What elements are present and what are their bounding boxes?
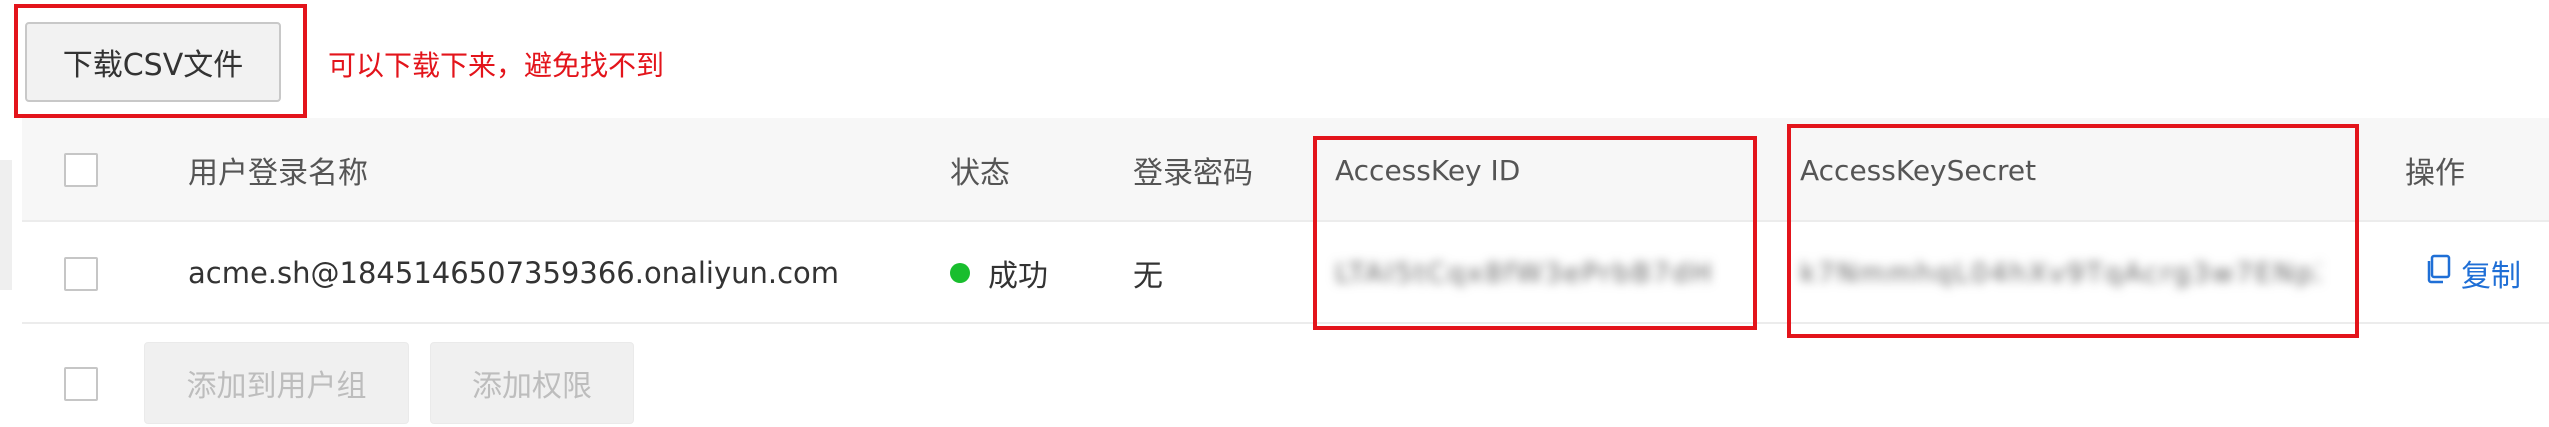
annotation-text: 可以下载下来，避免找不到 <box>328 49 665 82</box>
copy-icon <box>2425 254 2451 292</box>
select-all-checkbox[interactable] <box>64 153 98 187</box>
column-header-actions: 操作 <box>2405 156 2465 191</box>
column-header-status: 状态 <box>950 156 1010 191</box>
row-status-label: 成功 <box>988 259 1048 294</box>
column-header-login-password: 登录密码 <box>1133 156 1253 191</box>
add-to-group-label: 添加到用户组 <box>186 369 367 404</box>
copy-label: 复制 <box>2461 259 2521 294</box>
status-dot-icon <box>950 263 970 283</box>
row-login-password: 无 <box>1133 259 1163 294</box>
column-header-username: 用户登录名称 <box>188 156 368 191</box>
footer-select-all-checkbox[interactable] <box>64 367 98 401</box>
add-to-group-button[interactable]: 添加到用户组 <box>144 342 409 424</box>
annotation-box-access-key-id <box>1313 136 1757 330</box>
left-edge-strip <box>0 160 12 290</box>
annotation-box-download <box>14 4 307 118</box>
add-permission-label: 添加权限 <box>472 369 592 404</box>
add-permission-button[interactable]: 添加权限 <box>430 342 634 424</box>
row-username: acme.sh@1845146507359366.onaliyun.com <box>188 256 840 290</box>
row-checkbox[interactable] <box>64 257 98 291</box>
copy-link[interactable]: 复制 <box>2425 248 2521 298</box>
row-status: 成功 <box>950 248 1048 298</box>
annotation-box-access-key-secret <box>1787 124 2359 338</box>
